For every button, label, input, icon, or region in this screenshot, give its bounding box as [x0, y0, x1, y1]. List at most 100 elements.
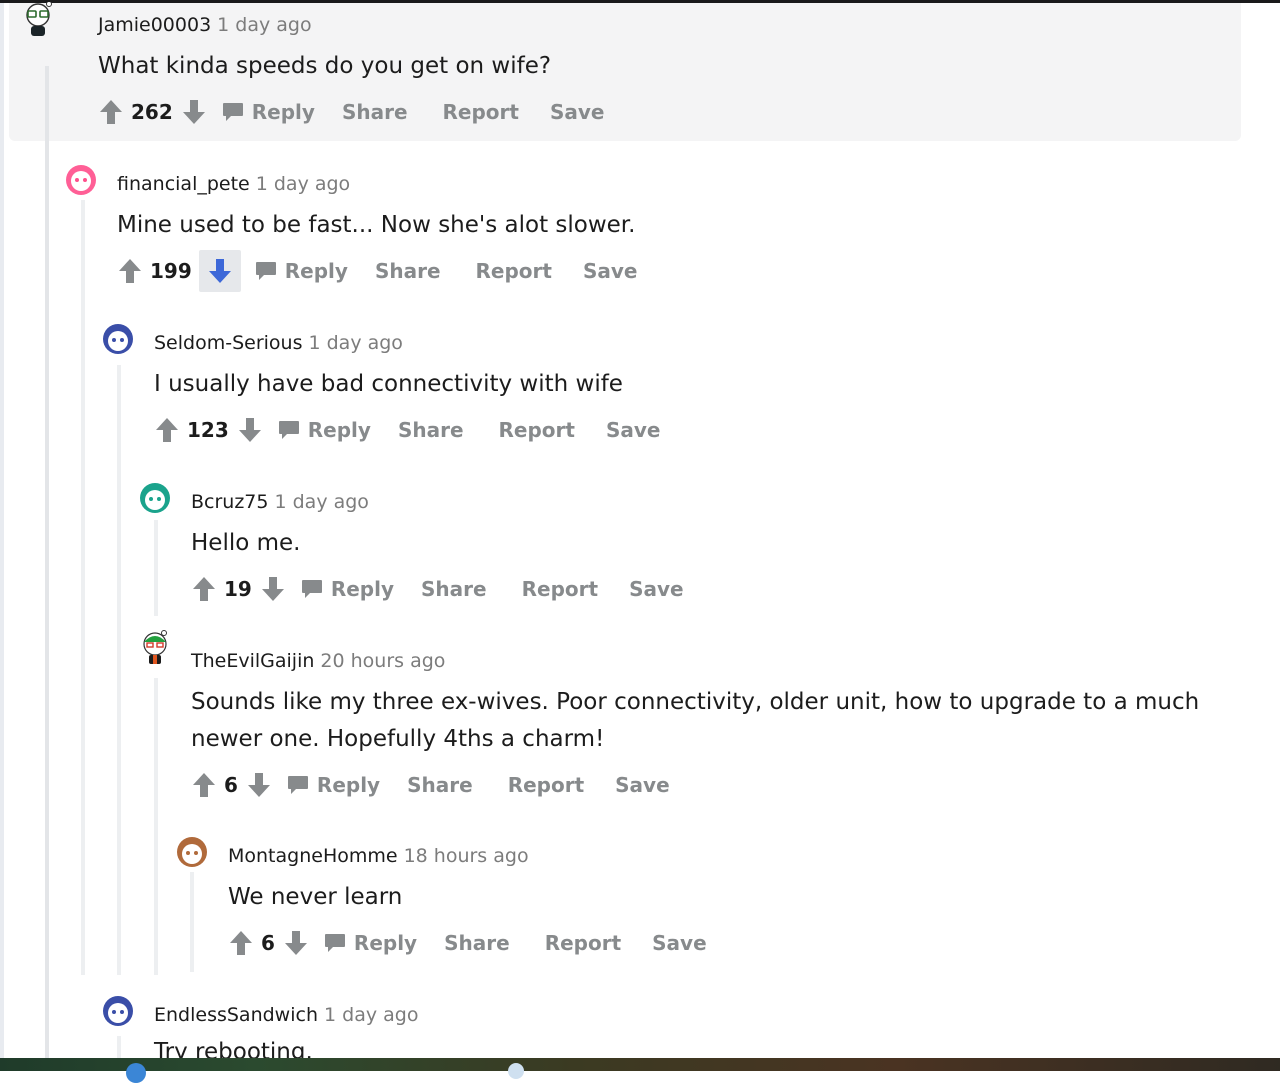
author-name[interactable]: financial_pete: [117, 173, 250, 195]
save-button[interactable]: Save: [652, 931, 707, 955]
share-button[interactable]: Share: [342, 100, 408, 124]
save-button[interactable]: Save: [615, 773, 670, 797]
avatar[interactable]: [64, 163, 98, 197]
score: 123: [187, 418, 229, 442]
left-edge: [0, 3, 4, 1058]
report-button[interactable]: Report: [443, 100, 519, 124]
thread-line[interactable]: [117, 365, 121, 975]
comment-body: What kinda speeds do you get on wife?: [98, 53, 552, 79]
avatar[interactable]: [138, 481, 172, 515]
thread-line[interactable]: [117, 1036, 121, 1058]
avatar[interactable]: [175, 835, 209, 869]
downvote-icon: [284, 931, 307, 955]
downvote-button[interactable]: [180, 96, 208, 128]
downvote-icon: [238, 418, 261, 442]
thread-line[interactable]: [81, 200, 85, 975]
timestamp[interactable]: 1 day ago: [217, 14, 311, 36]
comment-body: We never learn: [228, 884, 403, 910]
upvote-button[interactable]: [116, 255, 144, 287]
comment-actions: 6 Reply Share Report Save: [227, 927, 707, 959]
comment-actions: 199 Reply Share Report Save: [116, 250, 638, 292]
author-line: MontagneHomme 18 hours ago: [228, 845, 529, 867]
upvote-button[interactable]: [97, 96, 125, 128]
taskbar-app-icon[interactable]: [126, 1063, 146, 1083]
score: 6: [261, 931, 275, 955]
share-button[interactable]: Share: [407, 773, 473, 797]
score: 262: [131, 100, 173, 124]
downvote-icon: [208, 259, 231, 283]
downvote-button[interactable]: [245, 769, 273, 801]
timestamp[interactable]: 20 hours ago: [320, 650, 445, 672]
timestamp[interactable]: 1 day ago: [256, 173, 350, 195]
author-name[interactable]: TheEvilGaijin: [191, 650, 314, 672]
downvote-button[interactable]: [236, 414, 264, 446]
reply-icon: [255, 262, 276, 280]
timestamp[interactable]: 18 hours ago: [404, 845, 529, 867]
report-button[interactable]: Report: [545, 931, 621, 955]
avatar[interactable]: [21, 2, 55, 36]
reply-button[interactable]: Reply: [278, 418, 371, 442]
downvote-icon: [261, 577, 284, 601]
author-line: TheEvilGaijin 20 hours ago: [191, 650, 445, 672]
save-button[interactable]: Save: [583, 259, 638, 283]
score: 6: [224, 773, 238, 797]
reply-button[interactable]: Reply: [255, 259, 348, 283]
upvote-icon: [156, 418, 178, 442]
timestamp[interactable]: 1 day ago: [324, 1004, 418, 1026]
report-button[interactable]: Report: [508, 773, 584, 797]
author-name[interactable]: MontagneHomme: [228, 845, 398, 867]
upvote-button[interactable]: [190, 769, 218, 801]
reply-button[interactable]: Reply: [222, 100, 315, 124]
timestamp[interactable]: 1 day ago: [308, 332, 402, 354]
avatar[interactable]: [101, 322, 135, 356]
comment-actions: 6 Reply Share Report Save: [190, 769, 670, 801]
author-name[interactable]: EndlessSandwich: [154, 1004, 318, 1026]
report-button[interactable]: Report: [476, 259, 552, 283]
thread-line[interactable]: [190, 872, 194, 972]
score: 199: [150, 259, 192, 283]
downvote-button[interactable]: [282, 927, 310, 959]
upvote-button[interactable]: [227, 927, 255, 959]
timestamp[interactable]: 1 day ago: [274, 491, 368, 513]
author-name[interactable]: Jamie00003: [98, 14, 211, 36]
report-button[interactable]: Report: [499, 418, 575, 442]
save-button[interactable]: Save: [629, 577, 684, 601]
downvote-icon: [182, 100, 205, 124]
avatar[interactable]: [138, 630, 172, 664]
comment-body: I usually have bad connectivity with wif…: [154, 371, 623, 397]
save-button[interactable]: Save: [550, 100, 605, 124]
taskbar-app-icon[interactable]: [508, 1063, 524, 1079]
author-line: financial_pete 1 day ago: [117, 173, 350, 195]
author-name[interactable]: Bcruz75: [191, 491, 268, 513]
upvote-button[interactable]: [190, 573, 218, 605]
downvote-button[interactable]: [198, 250, 241, 292]
author-line: Seldom-Serious 1 day ago: [154, 332, 403, 354]
reply-icon: [278, 421, 299, 439]
upvote-button[interactable]: [153, 414, 181, 446]
author-name[interactable]: Seldom-Serious: [154, 332, 302, 354]
thread-line[interactable]: [154, 520, 158, 616]
author-line: EndlessSandwich 1 day ago: [154, 1004, 418, 1026]
upvote-icon: [100, 100, 122, 124]
reply-icon: [222, 103, 243, 121]
thread-line[interactable]: [45, 66, 49, 1066]
save-button[interactable]: Save: [606, 418, 661, 442]
author-line: Bcruz75 1 day ago: [191, 491, 369, 513]
desktop-taskbar: [0, 1058, 1280, 1071]
downvote-button[interactable]: [259, 573, 287, 605]
comment-actions: 19 Reply Share Report Save: [190, 573, 684, 605]
upvote-icon: [193, 773, 215, 797]
share-button[interactable]: Share: [398, 418, 464, 442]
report-button[interactable]: Report: [522, 577, 598, 601]
comment-body: Hello me.: [191, 530, 301, 556]
avatar[interactable]: [101, 994, 135, 1028]
reply-button[interactable]: Reply: [324, 931, 417, 955]
share-button[interactable]: Share: [444, 931, 510, 955]
reply-button[interactable]: Reply: [301, 577, 394, 601]
share-button[interactable]: Share: [375, 259, 441, 283]
reply-icon: [287, 776, 308, 794]
share-button[interactable]: Share: [421, 577, 487, 601]
upvote-icon: [119, 259, 141, 283]
reply-button[interactable]: Reply: [287, 773, 380, 797]
thread-line[interactable]: [154, 678, 158, 975]
